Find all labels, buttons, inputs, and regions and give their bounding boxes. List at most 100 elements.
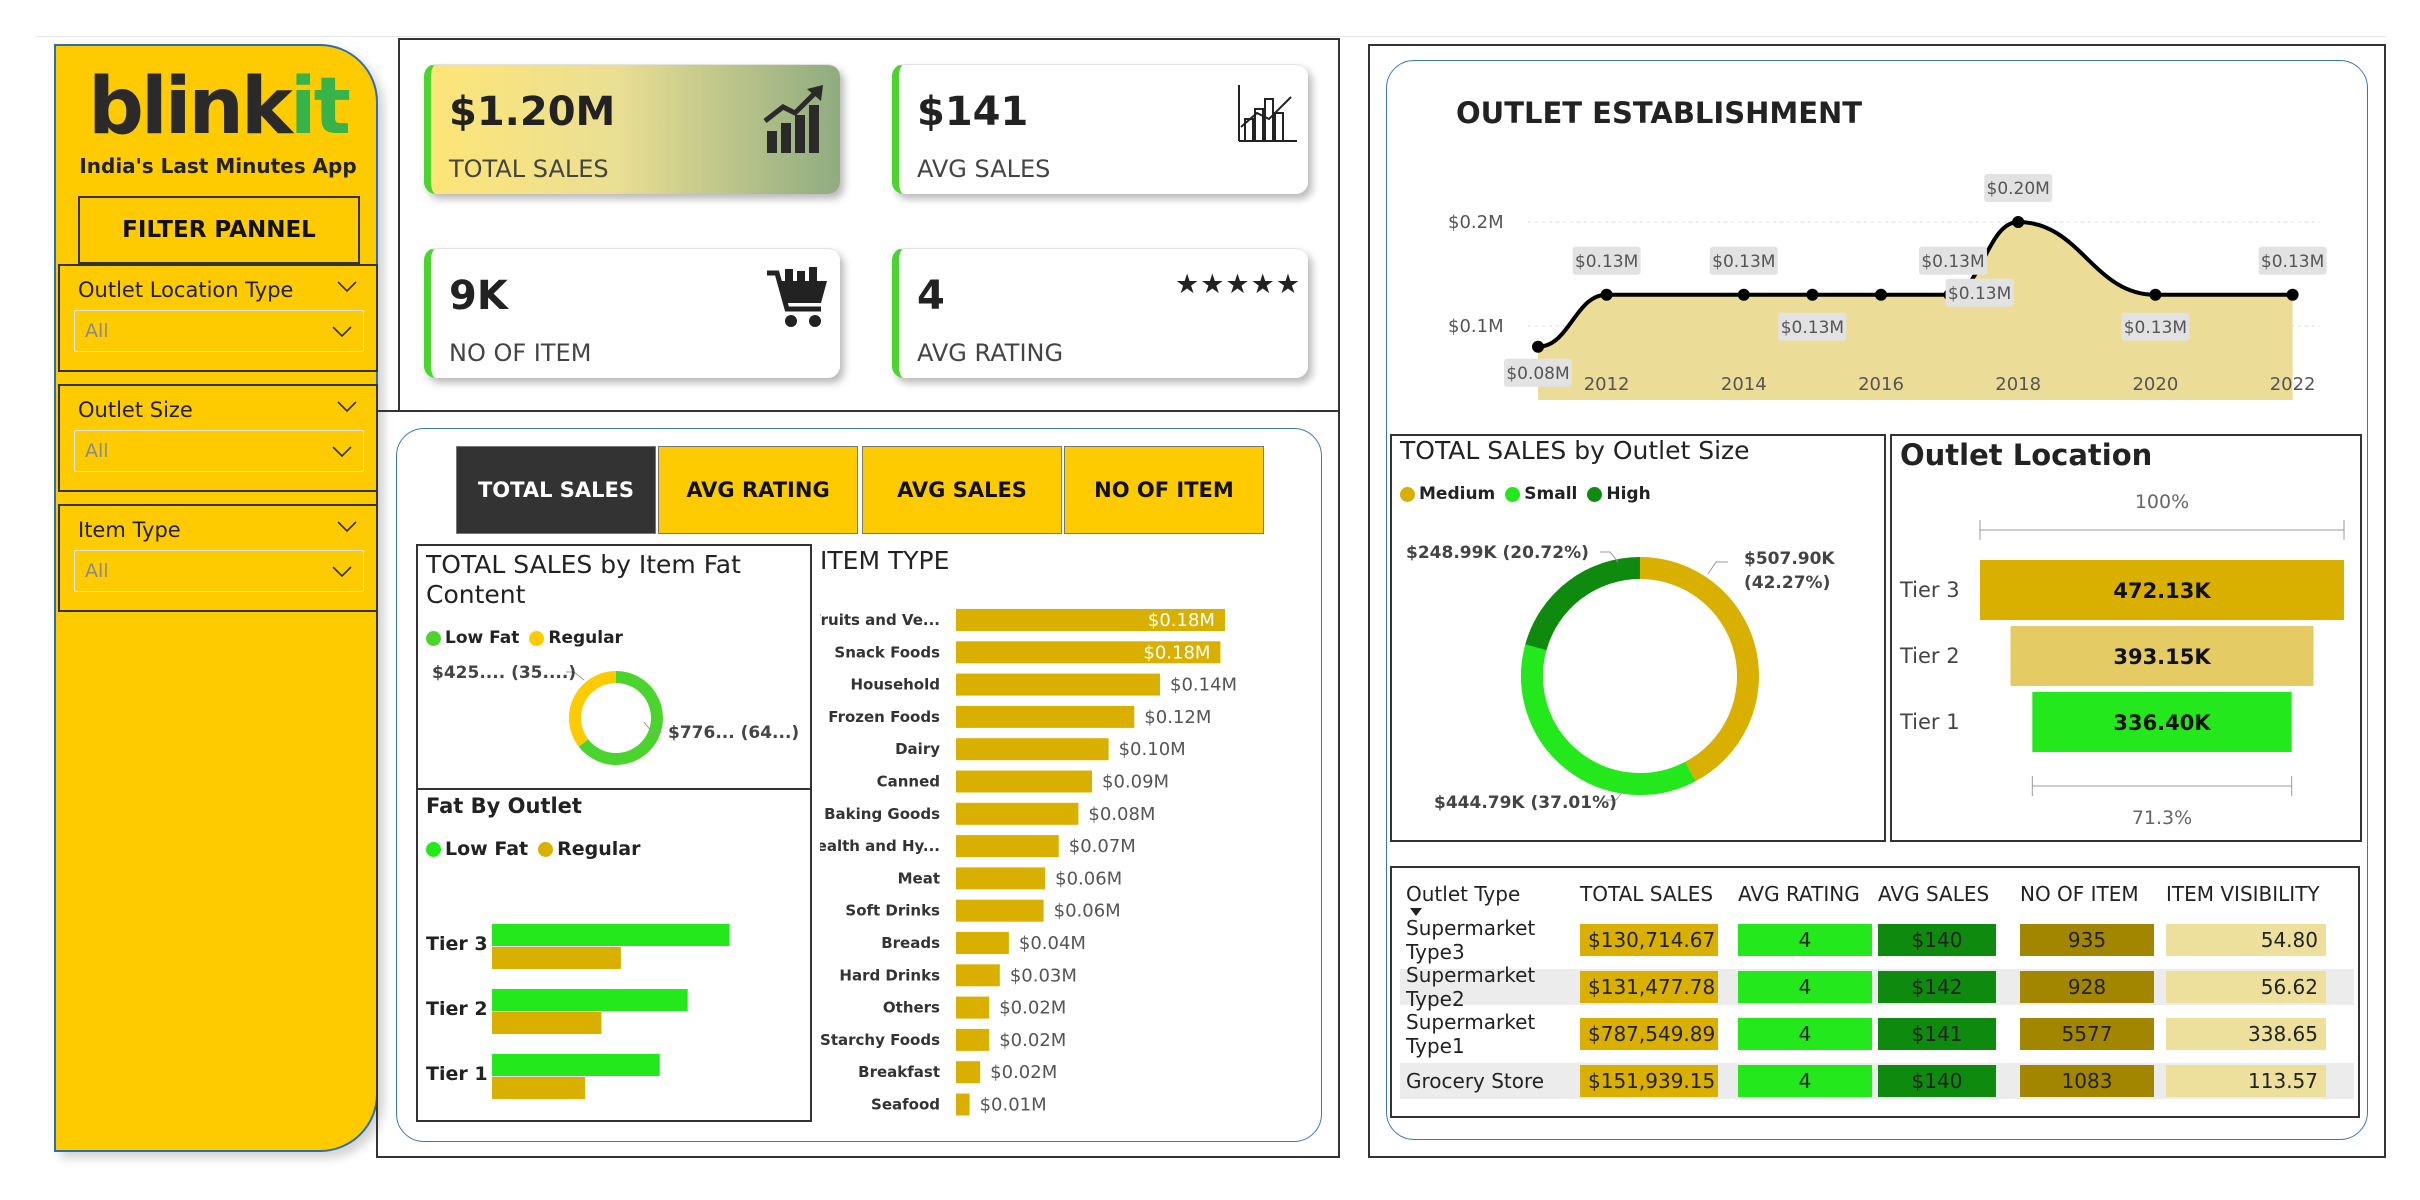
table-cell: 4: [1738, 1018, 1872, 1050]
data-point: [1806, 288, 1819, 301]
data-point: [1875, 288, 1887, 301]
tab-avg-rating[interactable]: AVG RATING: [658, 446, 858, 534]
data-point: [2012, 216, 2025, 228]
table-cell: 4: [1738, 1065, 1872, 1097]
category-label: Tier 1: [426, 1063, 488, 1085]
donut-slice: [1525, 557, 1641, 651]
filter-dropdown[interactable]: All: [74, 550, 364, 592]
area-fill: [1538, 222, 2293, 400]
bar: [956, 932, 1009, 954]
bar: [956, 705, 1135, 728]
column-header[interactable]: ITEM VISIBILITY: [2166, 878, 2320, 910]
bar: [956, 738, 1109, 761]
kpi-total-sales[interactable]: $1.20M TOTAL SALES: [424, 64, 840, 194]
category-label: Tier 3: [426, 933, 488, 955]
tab-avg-sales[interactable]: AVG SALES: [862, 446, 1062, 534]
data-label: $0.08M: [1088, 804, 1155, 825]
y-tick-label: $0.1M: [1448, 316, 1504, 337]
table-cell: $151,939.15: [1580, 1065, 1718, 1097]
x-tick-label: 2022: [2270, 374, 2316, 395]
data-point: [1532, 340, 1544, 353]
filter-label: Outlet Location Type: [78, 278, 294, 302]
bar: [956, 835, 1059, 858]
slice-label: $776... (64...): [668, 723, 799, 743]
column-header[interactable]: Outlet Type: [1406, 878, 1520, 910]
column-header[interactable]: TOTAL SALES: [1580, 878, 1713, 910]
table-cell: 338.65: [2166, 1018, 2326, 1050]
filter-panel-title: FILTER PANNEL: [78, 196, 360, 264]
data-point: [2149, 288, 2162, 301]
data-point: [1737, 288, 1750, 301]
table-cell: $787,549.89: [1580, 1018, 1718, 1050]
donut-slice: [569, 671, 617, 747]
sort-desc-icon[interactable]: [1410, 908, 1422, 916]
data-label: $0.18M: [1143, 642, 1210, 663]
data-label: $0.02M: [999, 1030, 1066, 1051]
table-cell: 4: [1738, 924, 1872, 956]
category-label: Hard Drinks: [839, 966, 940, 984]
kpi-no-of-item[interactable]: 9K NO OF ITEM: [424, 248, 840, 378]
table-cell: $131,477.78: [1580, 971, 1718, 1003]
item-type-chart: ITEM TYPE Fruits and Ve... $0.18M Snack Fo…: [820, 546, 1320, 1126]
tier-label: Tier 2: [1899, 644, 1960, 668]
kpi-avg-sales[interactable]: $141 AVG SALES: [892, 64, 1308, 194]
data-label: $0.13M: [1575, 252, 1638, 272]
tier-label: Tier 3: [1899, 578, 1960, 602]
filter-item-type[interactable]: Item Type All: [58, 504, 378, 612]
column-header[interactable]: AVG RATING: [1738, 878, 1860, 910]
table-cell: 1083: [2020, 1065, 2154, 1097]
bar: [956, 964, 1000, 987]
bar: [956, 867, 1046, 890]
tab-total-sales[interactable]: TOTAL SALES: [456, 446, 656, 534]
data-label: $0.09M: [1102, 772, 1169, 793]
size-donut-svg: $248.99K (20.72%) $507.90K (42.27%) $444.…: [1406, 543, 1835, 813]
data-label: $0.06M: [1054, 901, 1121, 922]
funnel-value: 393.15K: [2113, 645, 2211, 669]
kpi-value: $141: [917, 89, 1029, 135]
bar-regular: [492, 947, 621, 969]
funnel-value: 336.40K: [2113, 711, 2211, 735]
bar-low-fat: [492, 924, 730, 946]
data-label: $0.08M: [1506, 364, 1569, 384]
data-label: $0.04M: [1019, 933, 1086, 954]
data-label: $0.01M: [980, 1095, 1047, 1116]
table-cell: $140: [1878, 924, 1996, 956]
chevron-down-icon[interactable]: [336, 400, 358, 414]
kpi-value: $1.20M: [449, 89, 616, 135]
table-cell: 928: [2020, 971, 2154, 1003]
filter-dropdown[interactable]: All: [74, 430, 364, 472]
filter-outlet-size[interactable]: Outlet Size All: [58, 384, 378, 492]
table-cell: 113.57: [2166, 1065, 2326, 1097]
table-cell: 56.62: [2166, 971, 2326, 1003]
chevron-down-icon[interactable]: [336, 280, 358, 294]
x-tick-label: 2020: [2132, 374, 2178, 395]
tier-label: Tier 1: [1899, 710, 1960, 734]
blinkit-logo: blinkit: [88, 62, 351, 152]
data-label: $0.14M: [1170, 675, 1237, 696]
fat-outlet-bars: Tier 3 Tier 2 Tier 1: [426, 924, 730, 1099]
chart-title: OUTLET ESTABLISHMENT: [1456, 96, 1863, 130]
x-tick-label: 2018: [1995, 374, 2041, 395]
category-label: Soft Drinks: [845, 902, 940, 920]
filter-outlet-location-type[interactable]: Outlet Location Type All: [58, 264, 378, 372]
category-label: Health and Hy...: [820, 837, 940, 855]
data-label: $0.02M: [990, 1062, 1057, 1083]
filter-label: Item Type: [78, 518, 181, 542]
tab-no-of-item[interactable]: NO OF ITEM: [1064, 446, 1264, 534]
chevron-down-icon[interactable]: [336, 520, 358, 534]
filter-dropdown[interactable]: All: [74, 310, 364, 352]
column-header[interactable]: NO OF ITEM: [2020, 878, 2139, 910]
kpi-label: AVG RATING: [917, 339, 1064, 367]
outlet-type-table: Outlet Type TOTAL SALES AVG RATING AVG SALE…: [1390, 866, 2360, 1118]
column-header[interactable]: AVG SALES: [1878, 878, 1989, 910]
shopping-cart-icon: [767, 267, 827, 327]
donut-slice: [1639, 557, 1759, 782]
data-label: $0.07M: [1069, 836, 1136, 857]
kpi-avg-rating[interactable]: 4 AVG RATING ★★★★★: [892, 248, 1308, 378]
tagline: India's Last Minutes App: [79, 154, 357, 178]
outlet-establishment-chart: $0.2M $0.1M $0.08M $0.13M $0.13M $0.13M $0.13M…: [1448, 174, 2327, 400]
data-label: $0.13M: [2261, 252, 2324, 272]
category-label: Snack Foods: [834, 643, 940, 661]
data-label: $0.10M: [1119, 739, 1186, 760]
kpi-value: 9K: [449, 273, 508, 319]
